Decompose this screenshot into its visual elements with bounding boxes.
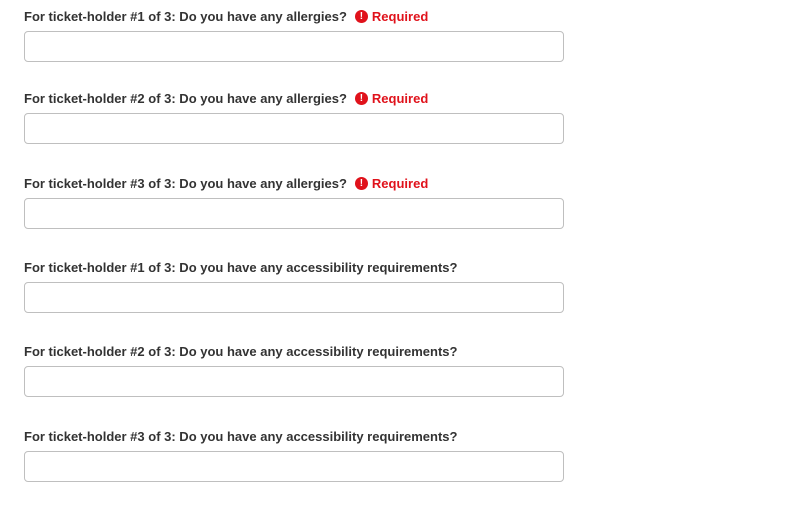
accessibility-label-1: For ticket-holder #1 of 3: Do you have a… [24,259,458,275]
field-label-row: For ticket-holder #2 of 3: Do you have a… [24,336,564,366]
allergies-label-2: For ticket-holder #2 of 3: Do you have a… [24,90,347,106]
field-label-row: For ticket-holder #3 of 3: Do you have a… [24,421,564,451]
accessibility-field-3: For ticket-holder #3 of 3: Do you have a… [24,421,564,482]
accessibility-input-1[interactable] [24,282,564,313]
field-label-row: For ticket-holder #2 of 3: Do you have a… [24,83,564,113]
accessibility-field-1: For ticket-holder #1 of 3: Do you have a… [24,252,564,313]
accessibility-input-3[interactable] [24,451,564,482]
required-indicator: ! Required [354,8,429,24]
field-label-row: For ticket-holder #1 of 3: Do you have a… [24,252,564,282]
required-text: Required [371,90,429,106]
accessibility-label-3: For ticket-holder #3 of 3: Do you have a… [24,428,458,444]
exclamation-circle-icon: ! [354,9,368,23]
allergies-input-2[interactable] [24,113,564,144]
accessibility-label-2: For ticket-holder #2 of 3: Do you have a… [24,343,458,359]
allergies-field-1: For ticket-holder #1 of 3: Do you have a… [24,1,564,62]
required-text: Required [371,8,429,24]
required-indicator: ! Required [354,175,429,191]
exclamation-circle-icon: ! [354,91,368,105]
allergies-field-2: For ticket-holder #2 of 3: Do you have a… [24,83,564,144]
allergies-field-3: For ticket-holder #3 of 3: Do you have a… [24,168,564,229]
allergies-label-3: For ticket-holder #3 of 3: Do you have a… [24,175,347,191]
field-label-row: For ticket-holder #1 of 3: Do you have a… [24,1,564,31]
required-text: Required [371,175,429,191]
exclamation-circle-icon: ! [354,176,368,190]
allergies-input-3[interactable] [24,198,564,229]
accessibility-input-2[interactable] [24,366,564,397]
allergies-input-1[interactable] [24,31,564,62]
field-label-row: For ticket-holder #3 of 3: Do you have a… [24,168,564,198]
accessibility-field-2: For ticket-holder #2 of 3: Do you have a… [24,336,564,397]
allergies-label-1: For ticket-holder #1 of 3: Do you have a… [24,8,347,24]
required-indicator: ! Required [354,90,429,106]
